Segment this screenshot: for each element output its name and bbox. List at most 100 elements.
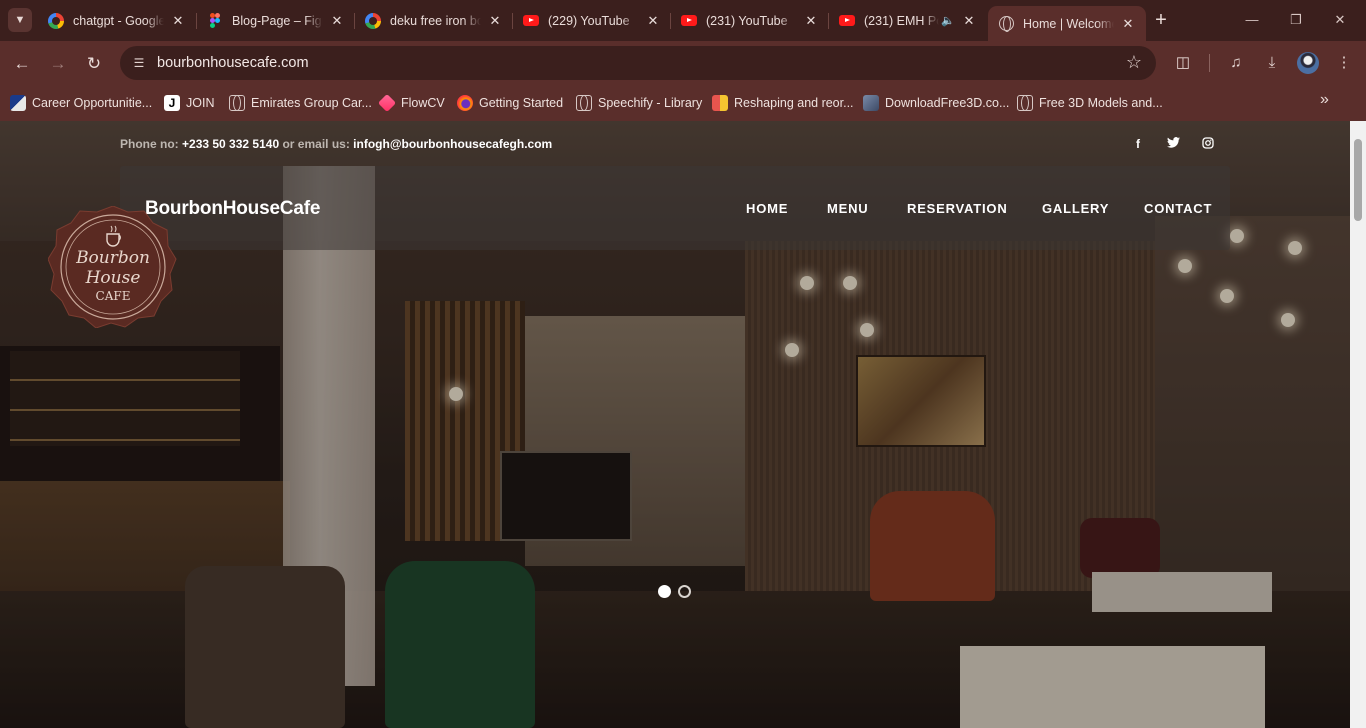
scrollbar-thumb[interactable] <box>1354 139 1362 221</box>
browser-toolbar: ← → ↻ ☰ bourbonhousecafe.com ☆ ◫ ♫ ⤓ ⋮ <box>0 41 1366 86</box>
minimize-icon[interactable]: — <box>1240 8 1264 32</box>
bookmark-speechify[interactable]: Speechify - Library <box>576 92 702 114</box>
tab-title: Home | Welcome to BourbonHouseCafe <box>1023 16 1114 31</box>
close-icon[interactable]: ✕ <box>961 13 977 29</box>
bookmark-downloadfree3d[interactable]: DownloadFree3D.co... <box>863 92 1009 114</box>
globe-icon <box>998 16 1014 32</box>
toolbar-divider <box>1209 54 1210 72</box>
tab-deku[interactable]: deku free iron body ✕ <box>355 6 513 35</box>
speaker-icon[interactable]: 🔈 <box>941 14 955 27</box>
tab-title: deku free iron body <box>390 13 481 28</box>
youtube-icon <box>839 13 855 29</box>
firefox-icon <box>457 95 473 111</box>
url-text[interactable]: bourbonhousecafe.com <box>157 55 309 71</box>
address-bar[interactable]: ☰ bourbonhousecafe.com ☆ <box>120 46 1156 80</box>
bookmark-flowcv[interactable]: FlowCV <box>377 92 445 114</box>
bookmark-label: DownloadFree3D.co... <box>885 96 1010 110</box>
contact-info: Phone no: +233 50 332 5140 or email us: … <box>120 137 552 151</box>
bookmark-label: Getting Started <box>479 96 564 110</box>
close-icon[interactable]: ✕ <box>645 13 661 29</box>
bookmark-label: JOIN <box>186 96 215 110</box>
media-control-icon[interactable]: ♫ <box>1225 52 1247 74</box>
close-icon[interactable]: ✕ <box>803 13 819 29</box>
globe-icon <box>576 95 592 111</box>
facebook-icon[interactable]: f <box>1131 137 1145 151</box>
globe-icon <box>1017 95 1033 111</box>
nav-home[interactable]: HOME <box>746 201 788 216</box>
close-icon[interactable]: ✕ <box>329 13 345 29</box>
tab-youtube-231[interactable]: (231) YouTube ✕ <box>671 6 829 35</box>
main-navbar: BourbonHouseCafe HOME MENU RESERVATION G… <box>120 166 1230 250</box>
download-icon[interactable]: ⤓ <box>1261 52 1283 74</box>
logo-text-cafe: CAFE <box>96 289 131 303</box>
tab-chatgpt[interactable]: chatgpt - Google Search ✕ <box>38 6 196 35</box>
slider-pagination <box>658 585 691 598</box>
site-info-icon[interactable]: ☰ <box>130 54 148 72</box>
slider-dot[interactable] <box>678 585 691 598</box>
tab-title: (231) YouTube <box>706 13 788 28</box>
bookmark-getting-started[interactable]: Getting Started <box>457 92 563 114</box>
phone-number[interactable]: +233 50 332 5140 <box>182 137 279 151</box>
bookmark-emirates[interactable]: Emirates Group Car... <box>229 92 372 114</box>
bookmark-j-icon: J <box>164 95 180 111</box>
tab-title: chatgpt - Google Search <box>73 13 164 28</box>
nav-contact[interactable]: CONTACT <box>1144 201 1212 216</box>
back-icon[interactable]: ← <box>10 52 34 76</box>
tab-search-button[interactable]: ▼ <box>8 8 32 32</box>
tab-figma[interactable]: Blog-Page – Figma ✕ <box>197 6 355 35</box>
bookmarks-bar: Career Opportunitie... J JOIN Emirates G… <box>0 86 1366 121</box>
youtube-icon <box>681 13 697 29</box>
extensions-icon[interactable]: ◫ <box>1172 52 1194 74</box>
google-icon <box>48 12 64 29</box>
reload-icon[interactable]: ↻ <box>82 52 106 76</box>
chevron-right-double-icon[interactable]: » <box>1320 91 1329 109</box>
logo-text-bourbon: Bourbon <box>75 248 150 268</box>
tab-emh-pod[interactable]: (231) EMH Pod 🔈 ✕ <box>829 6 987 35</box>
bookmark-reshaping[interactable]: Reshaping and reor... <box>712 92 854 114</box>
nav-menu[interactable]: MENU <box>827 201 868 216</box>
page-scrollbar[interactable] <box>1350 121 1366 728</box>
restore-icon[interactable]: ❐ <box>1284 8 1308 32</box>
bookmark-label: Speechify - Library <box>598 96 703 110</box>
phone-label: Phone no: <box>120 137 179 151</box>
bookmark-3d-icon <box>863 95 879 111</box>
youtube-icon <box>523 13 539 29</box>
tab-strip: ▼ chatgpt - Google Search ✕ Blog-Page – … <box>0 0 1366 41</box>
flowcv-icon <box>377 93 397 113</box>
nav-reservation[interactable]: RESERVATION <box>907 201 1008 216</box>
bookmark-free3d[interactable]: Free 3D Models and... <box>1017 92 1163 114</box>
cafe-logo[interactable]: Bourbon House CAFE <box>48 206 178 328</box>
profile-avatar[interactable] <box>1297 52 1319 74</box>
tab-bourbon-active[interactable]: Home | Welcome to BourbonHouseCafe ✕ <box>988 6 1146 41</box>
figma-icon <box>207 13 223 29</box>
close-icon[interactable]: ✕ <box>487 13 503 29</box>
tab-youtube-229[interactable]: (229) YouTube ✕ <box>513 6 671 35</box>
tab-title: Blog-Page – Figma <box>232 13 323 28</box>
bookmark-star-icon[interactable]: ☆ <box>1126 52 1142 73</box>
close-icon[interactable]: ✕ <box>170 13 186 29</box>
menu-kebab-icon[interactable]: ⋮ <box>1333 52 1355 74</box>
window-close-icon[interactable]: ✕ <box>1328 8 1352 32</box>
bookmark-si-icon <box>10 95 26 111</box>
tab-title: (231) EMH Pod <box>864 13 939 28</box>
logo-text-house: House <box>85 268 141 288</box>
bookmark-career[interactable]: Career Opportunitie... <box>10 92 152 114</box>
new-tab-button[interactable]: + <box>1150 9 1172 31</box>
bookmark-label: FlowCV <box>401 96 445 110</box>
bookmark-join[interactable]: J JOIN <box>164 92 214 114</box>
forward-icon[interactable]: → <box>46 52 70 76</box>
slider-dot[interactable] <box>658 585 671 598</box>
twitter-icon[interactable] <box>1166 137 1180 151</box>
globe-icon <box>229 95 245 111</box>
email-address[interactable]: infogh@bourbonhousecafegh.com <box>353 137 552 151</box>
hero-section: Phone no: +233 50 332 5140 or email us: … <box>0 121 1350 728</box>
chevron-down-icon: ▼ <box>14 14 26 26</box>
bookmark-r-icon <box>712 95 728 111</box>
nav-gallery[interactable]: GALLERY <box>1042 201 1109 216</box>
google-icon <box>365 12 381 29</box>
instagram-icon[interactable] <box>1201 137 1215 152</box>
bookmark-label: Free 3D Models and... <box>1039 96 1163 110</box>
close-icon[interactable]: ✕ <box>1120 16 1136 32</box>
bookmark-label: Career Opportunitie... <box>32 96 153 110</box>
tab-title: (229) YouTube <box>548 13 630 28</box>
